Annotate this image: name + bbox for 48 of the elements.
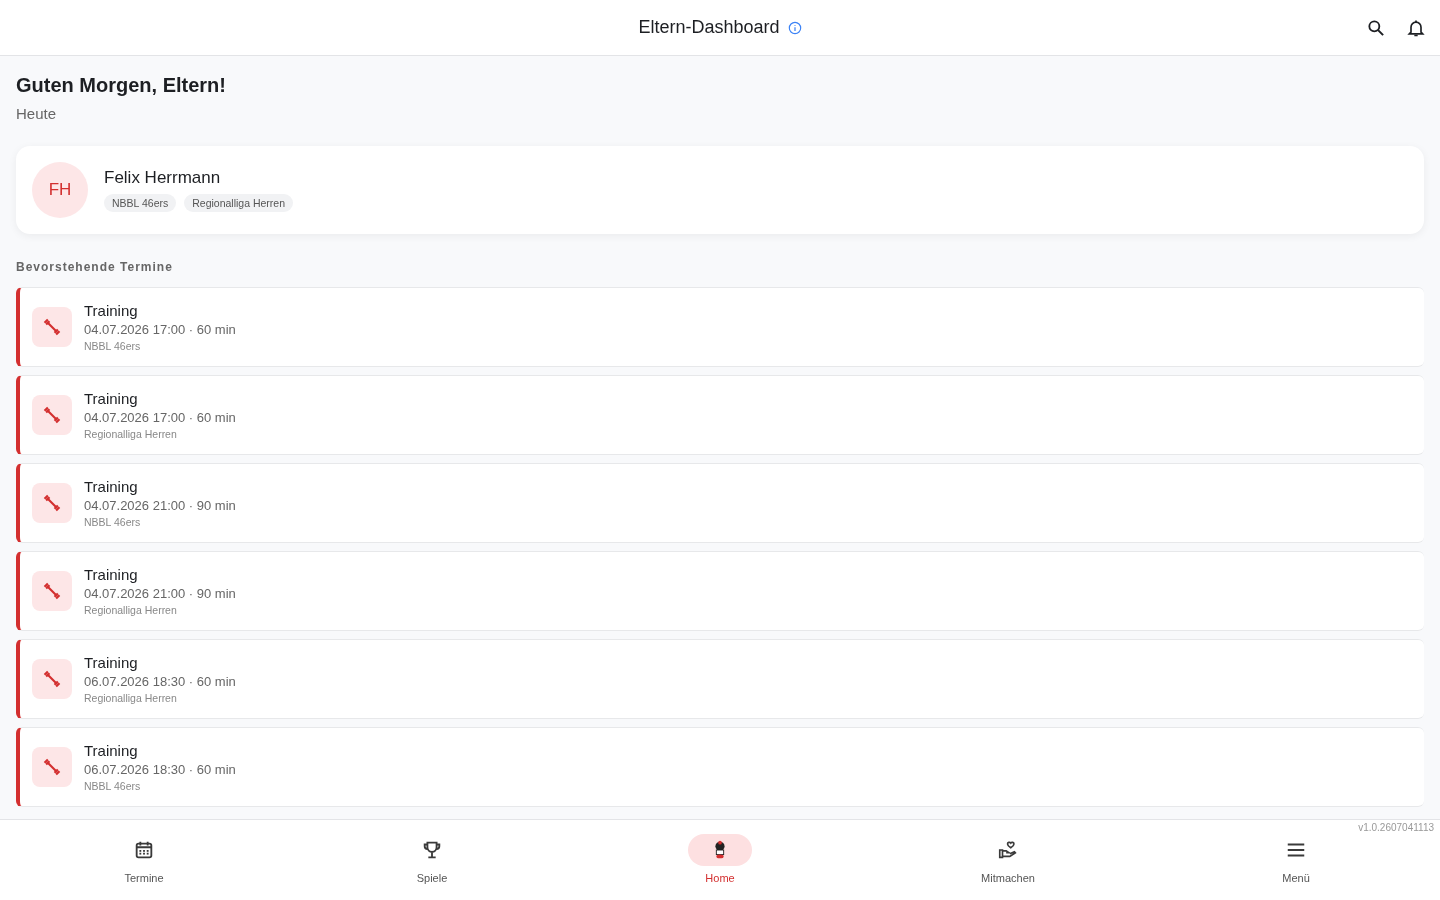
event-card[interactable]: Training 04.07.2026 17:00 · 60 min Regionalliga Herren <box>16 375 1424 455</box>
nav-tab[interactable]: Spiele <box>288 820 576 900</box>
event-time: 04.07.2026 17:00 · 60 min <box>84 410 236 425</box>
event-time: 06.07.2026 18:30 · 60 min <box>84 674 236 689</box>
event-team: Regionalliga Herren <box>84 428 178 440</box>
dumbbell-icon <box>32 483 72 523</box>
trophy-icon <box>421 839 443 861</box>
event-card[interactable]: Training 06.07.2026 18:30 · 60 min Regionalliga Herren <box>16 639 1424 719</box>
dumbbell-icon <box>32 307 72 347</box>
event-title: Training <box>84 478 139 495</box>
event-title: Training <box>84 390 139 407</box>
event-time: 04.07.2026 21:00 · 90 min <box>84 498 236 513</box>
nav-tab[interactable]: Home <box>576 820 864 900</box>
info-icon[interactable] <box>787 20 802 35</box>
profile-card[interactable]: FH Felix Herrmann NBBL 46ers Regionalliga Herren <box>16 146 1424 234</box>
greeting-title: Guten Morgen, Eltern! <box>16 74 226 97</box>
avatar: FH <box>32 162 88 218</box>
event-card[interactable]: Training 04.07.2026 17:00 · 60 min NBBL 46ers <box>16 287 1424 367</box>
event-team: NBBL 46ers <box>84 340 142 352</box>
greeting-subtitle: Heute <box>16 105 57 122</box>
event-team: Regionalliga Herren <box>84 604 178 616</box>
section-title: Bevorstehende Termine <box>16 260 173 274</box>
page-title: Eltern-Dashboard <box>638 17 780 38</box>
dumbbell-icon <box>32 571 72 611</box>
player-name: Felix Herrmann <box>104 168 222 188</box>
event-time: 04.07.2026 17:00 · 60 min <box>84 322 236 337</box>
dumbbell-icon <box>32 395 72 435</box>
hand-heart-icon <box>997 839 1019 861</box>
event-card[interactable]: Training 04.07.2026 21:00 · 90 min NBBL 46ers <box>16 463 1424 543</box>
team-chip: NBBL 46ers <box>104 194 177 212</box>
event-team: NBBL 46ers <box>84 516 142 528</box>
event-time: 04.07.2026 21:00 · 90 min <box>84 586 236 601</box>
nav-tab[interactable]: Termine <box>0 820 288 900</box>
event-team: Regionalliga Herren <box>84 692 178 704</box>
event-title: Training <box>84 566 139 583</box>
team-chip: Regionalliga Herren <box>184 194 294 212</box>
dumbbell-icon <box>32 659 72 699</box>
event-card[interactable]: Training 04.07.2026 21:00 · 90 min Regionalliga Herren <box>16 551 1424 631</box>
event-title: Training <box>84 302 139 319</box>
event-time: 06.07.2026 18:30 · 60 min <box>84 762 236 777</box>
version-label: v1.0.2607041113 <box>1358 822 1434 833</box>
dumbbell-icon <box>32 747 72 787</box>
event-card[interactable]: Training 06.07.2026 18:30 · 60 min NBBL 46ers <box>16 727 1424 807</box>
nav-tab[interactable]: Mitmachen <box>864 820 1152 900</box>
event-team: NBBL 46ers <box>84 780 142 792</box>
calendar-icon <box>133 839 155 861</box>
event-title: Training <box>84 654 139 671</box>
event-title: Training <box>84 742 139 759</box>
